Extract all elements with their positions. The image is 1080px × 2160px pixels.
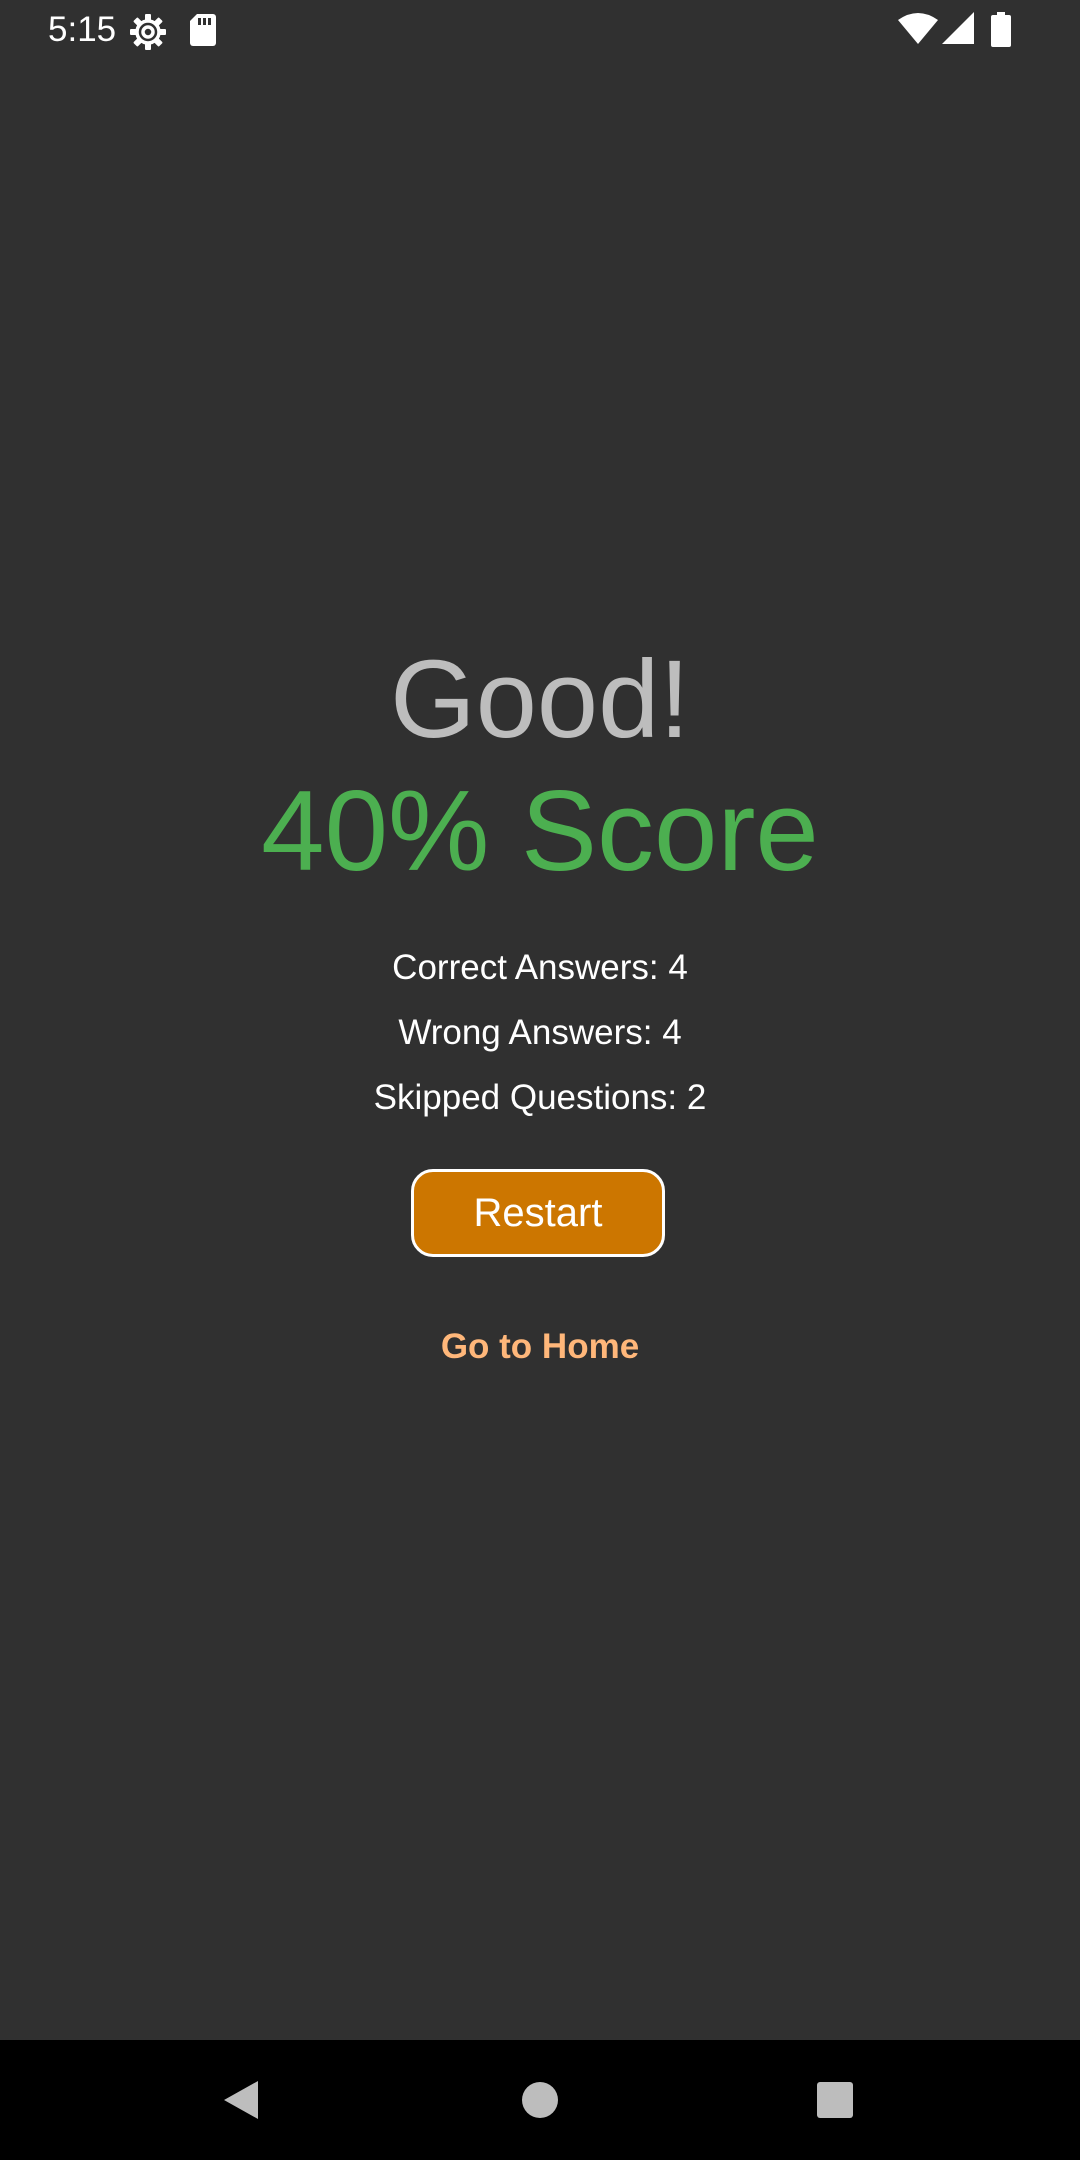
wifi-icon	[898, 12, 938, 51]
result-verdict: Good!	[390, 638, 690, 761]
skipped-questions-count: Skipped Questions: 2	[373, 1078, 707, 1117]
cellular-signal-icon	[942, 12, 974, 51]
restart-button[interactable]: Restart	[411, 1169, 665, 1257]
go-to-home-button[interactable]: Go to Home	[390, 1320, 690, 1374]
battery-icon	[990, 12, 1012, 53]
home-icon[interactable]	[510, 2070, 570, 2130]
settings-gear-icon	[128, 12, 168, 57]
quiz-result-screen: 5:15 Good! 40% Score Correct Answers: 4 …	[0, 0, 1080, 2160]
recents-icon[interactable]	[805, 2070, 865, 2130]
back-icon[interactable]	[210, 2070, 270, 2130]
sd-card-icon	[189, 12, 217, 53]
status-time: 5:15	[48, 10, 117, 49]
score-percentage: 40% Score	[261, 768, 819, 895]
status-bar: 5:15	[0, 0, 1080, 60]
system-navigation-bar	[0, 2040, 1080, 2160]
wrong-answers-count: Wrong Answers: 4	[398, 1013, 682, 1052]
correct-answers-count: Correct Answers: 4	[392, 948, 688, 987]
